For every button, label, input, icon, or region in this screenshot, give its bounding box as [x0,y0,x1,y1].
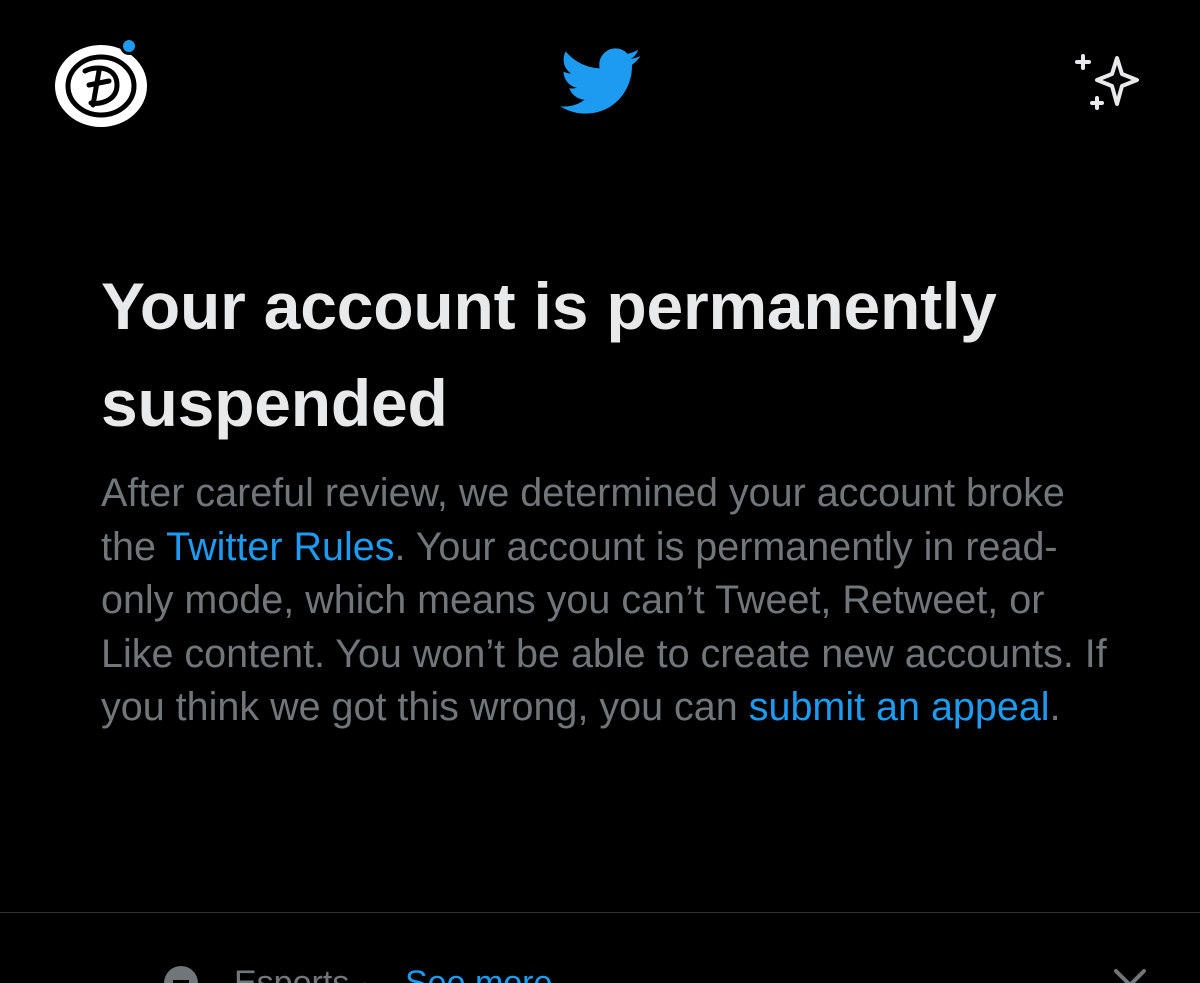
twitter-rules-link[interactable]: Twitter Rules [166,525,394,569]
submit-appeal-link[interactable]: submit an appeal [749,685,1050,729]
divider [0,912,1200,913]
message-end: . [1049,685,1061,729]
page-title: Your account is permanently suspended [101,269,997,440]
close-icon[interactable] [1110,965,1150,983]
sparkle-icon[interactable] [1075,50,1147,112]
suspension-message: After careful review, we determined your… [101,467,1111,735]
profile-avatar-logo [55,45,147,127]
profile-avatar[interactable] [55,37,147,127]
topic-label: Esports · [234,964,371,983]
notification-dot [120,37,138,55]
twitter-bird-icon[interactable] [560,48,642,116]
topic-row[interactable]: Esports · See more [160,960,1160,983]
see-more-link[interactable]: See more [405,964,552,983]
topic-icon [164,966,198,983]
suspended-screen: Your account is permanently suspended Af… [0,0,1200,983]
